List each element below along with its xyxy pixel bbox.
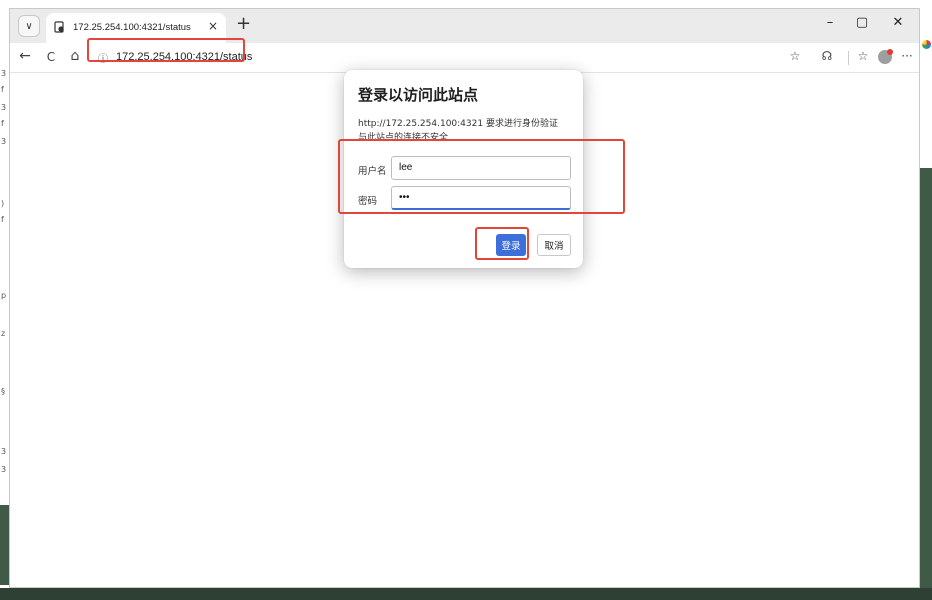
- edge-glyph: f: [1, 215, 4, 224]
- edge-glyph: 3: [1, 447, 7, 456]
- cancel-button[interactable]: 取消: [537, 234, 571, 256]
- annotation-box-url: [87, 38, 245, 62]
- dialog-title: 登录以访问此站点: [358, 86, 479, 104]
- close-tab-icon[interactable]: ×: [208, 19, 218, 33]
- edge-glyph: f: [1, 119, 4, 128]
- desktop-background: [920, 168, 932, 588]
- close-window-button[interactable]: ✕: [886, 15, 910, 30]
- desktop-background: [0, 505, 9, 585]
- more-menu-icon[interactable]: ···: [898, 49, 916, 63]
- favorite-star-icon[interactable]: ☆: [786, 49, 804, 63]
- edge-glyph: f: [1, 85, 4, 94]
- back-button[interactable]: ←: [16, 48, 34, 64]
- home-button[interactable]: ⌂: [66, 48, 84, 64]
- edge-glyph: §: [1, 387, 5, 396]
- tab-actions-menu[interactable]: ∨: [18, 15, 40, 37]
- app-icon: [922, 40, 931, 49]
- notification-dot: [887, 49, 893, 55]
- edge-glyph: 3: [1, 137, 7, 146]
- new-tab-button[interactable]: +: [236, 13, 251, 34]
- edge-glyph: 3: [1, 69, 7, 78]
- dialog-message: http://172.25.254.100:4321 要求进行身份验证: [358, 119, 558, 129]
- favorites-icon[interactable]: ☆: [854, 49, 872, 63]
- maximize-button[interactable]: ▢: [850, 15, 874, 30]
- toolbar-divider: [848, 51, 849, 65]
- edge-glyph: z: [1, 329, 6, 338]
- minimize-button[interactable]: –: [818, 15, 842, 30]
- refresh-button[interactable]: C: [42, 50, 60, 64]
- tab-title: 172.25.254.100:4321/status: [73, 22, 191, 33]
- edge-glyph: p: [1, 291, 7, 300]
- annotation-box-credentials: [338, 139, 625, 214]
- extensions-icon[interactable]: ☊: [818, 49, 836, 63]
- edge-glyph: ): [1, 199, 5, 208]
- chevron-down-icon: ∨: [25, 20, 33, 32]
- edge-glyph: 3: [1, 103, 7, 112]
- taskbar-edge: [0, 588, 932, 600]
- edge-glyph: 3: [1, 465, 7, 474]
- annotation-box-login: [475, 227, 529, 260]
- page-speaker-icon: [54, 21, 64, 33]
